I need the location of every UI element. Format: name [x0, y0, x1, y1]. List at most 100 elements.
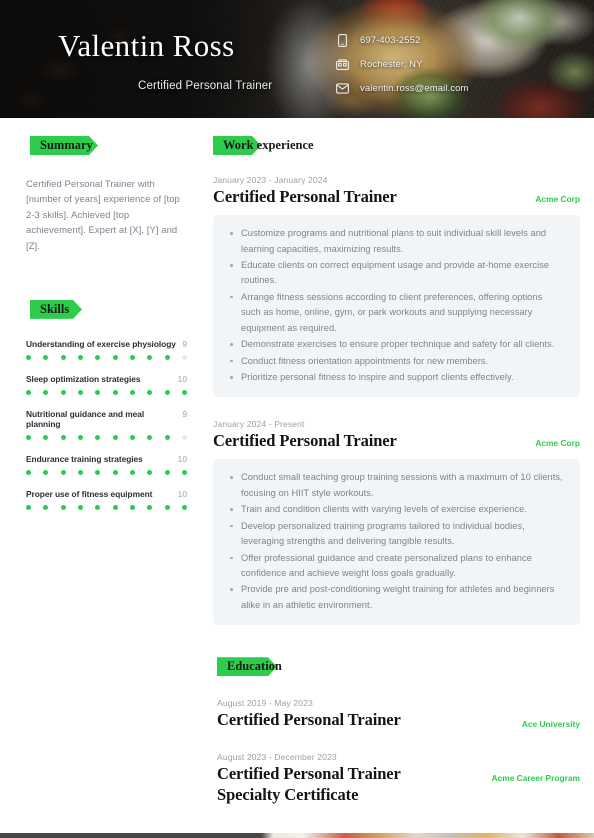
skill-dot	[129, 434, 135, 440]
skill-dot	[164, 389, 170, 395]
skill-item: Proper use of fitness equipment 10	[26, 489, 187, 510]
work-heading-label: Work experience	[223, 138, 314, 152]
work-bullet-item: Train and condition clients with varying…	[227, 502, 564, 517]
skill-rating-dots	[26, 434, 187, 440]
work-entry: January 2023 - January 2024 Certified Per…	[213, 175, 580, 398]
work-bullet-item: Customize programs and nutritional plans…	[227, 226, 564, 257]
skill-dot	[112, 354, 118, 360]
education-entries: August 2019 - May 2023 Certified Personal…	[217, 698, 580, 804]
work-entry-role: Certified Personal Trainer	[213, 187, 397, 206]
skill-dot	[26, 469, 31, 475]
education-section-heading: Education	[217, 657, 580, 676]
skills-section: Skills Understanding of exercise physiol…	[26, 300, 187, 510]
skills-list: Understanding of exercise physiology 9 Sle…	[26, 339, 187, 510]
skill-dot	[95, 504, 101, 510]
skill-dot	[60, 389, 66, 395]
skill-dot	[43, 504, 49, 510]
skills-heading-label: Skills	[40, 301, 70, 316]
work-entry: January 2024 - Present Certified Personal…	[213, 419, 580, 626]
skill-dot	[164, 469, 170, 475]
skill-score: 10	[177, 453, 187, 464]
skill-dot	[60, 504, 66, 510]
skill-dot	[95, 354, 101, 360]
skill-dot	[95, 434, 101, 440]
education-entry-header: Certified Personal Trainer Ace University	[217, 710, 580, 730]
skill-name: Proper use of fitness equipment	[26, 488, 153, 499]
sidebar-column: Summary Certified Personal Trainer with …	[0, 136, 205, 809]
location-icon	[336, 58, 349, 71]
skill-dot	[77, 354, 83, 360]
skill-dot	[147, 504, 153, 510]
skill-item: Sleep optimization strategies 10	[26, 374, 187, 395]
skill-rating-dots	[26, 504, 187, 510]
skill-score: 10	[177, 488, 187, 499]
education-entry: August 2023 - December 2023 Certified Per…	[217, 752, 580, 804]
contact-phone[interactable]: 697-403-2552	[336, 33, 469, 47]
work-section-heading: Work experience	[213, 136, 580, 155]
education-entry-date: August 2023 - December 2023	[217, 752, 337, 763]
contact-phone-value: 697-403-2552	[360, 34, 421, 46]
education-entry-degree: Certified Personal Trainer	[217, 710, 401, 730]
main-column: Work experience January 2023 - January 2…	[205, 136, 594, 809]
work-entry-company: Acme Corp	[535, 438, 580, 449]
skill-rating-dots	[26, 354, 187, 360]
education-heading-label: Education	[227, 659, 282, 674]
work-bullet-list: Customize programs and nutritional plans…	[227, 226, 564, 385]
resume-header: Valentin Ross Certified Personal Trainer…	[0, 0, 594, 118]
work-bullet-item: Offer professional guidance and create p…	[227, 551, 564, 582]
skill-dot	[77, 504, 83, 510]
skill-dot	[112, 389, 118, 395]
skill-name: Sleep optimization strategies	[26, 373, 141, 384]
education-entry-institution: Acme Career Program	[491, 773, 580, 784]
work-entry-bullets-card: Customize programs and nutritional plans…	[213, 215, 580, 398]
skill-score: 9	[182, 408, 187, 419]
work-entry-header: Certified Personal Trainer Acme Corp	[213, 431, 580, 451]
work-bullet-item: Conduct small teaching group training se…	[227, 470, 564, 501]
work-bullet-item: Develop personalized training programs t…	[227, 519, 564, 550]
skill-dot	[147, 434, 153, 440]
skill-dot	[164, 354, 170, 360]
contact-list: 697-403-2552 Rochester, NY valentin.ross…	[336, 33, 469, 95]
skill-item: Endurance training strategies 10	[26, 454, 187, 475]
skill-dot	[129, 354, 135, 360]
skill-dot	[129, 469, 135, 475]
skill-dot	[147, 389, 153, 395]
work-entry-date: January 2024 - Present	[213, 419, 305, 430]
skill-header: Sleep optimization strategies 10	[26, 374, 187, 384]
education-section: Education August 2019 - May 2023 Certifie…	[213, 657, 580, 804]
skill-dot	[43, 354, 49, 360]
work-entries: January 2023 - January 2024 Certified Per…	[213, 175, 580, 626]
skill-dot	[181, 434, 187, 440]
skill-dot	[77, 389, 83, 395]
work-bullet-item: Provide pre and post-conditioning weight…	[227, 582, 564, 613]
work-entry-date: January 2023 - January 2024	[213, 175, 328, 185]
skill-name: Understanding of exercise physiology	[26, 338, 176, 349]
contact-email[interactable]: valentin.ross@email.com	[336, 81, 469, 95]
skill-score: 9	[182, 338, 187, 349]
email-icon	[336, 82, 349, 95]
skill-dot	[181, 469, 187, 475]
skill-dot	[129, 504, 135, 510]
education-entry-date: August 2019 - May 2023	[217, 698, 313, 709]
skill-header: Proper use of fitness equipment 10	[26, 489, 187, 499]
work-bullet-item: Prioritize personal fitness to inspire a…	[227, 370, 564, 385]
work-bullet-item: Conduct fitness orientation appointments…	[227, 354, 564, 369]
skill-rating-dots	[26, 469, 187, 475]
skill-dot	[26, 504, 31, 510]
work-entry-bullets-card: Conduct small teaching group training se…	[213, 459, 580, 626]
skill-header: Understanding of exercise physiology 9	[26, 339, 187, 349]
contact-location[interactable]: Rochester, NY	[336, 57, 469, 71]
skill-dot	[43, 389, 49, 395]
work-bullet-list: Conduct small teaching group training se…	[227, 470, 564, 613]
education-entry-degree: Certified Personal Trainer Specialty Cer…	[217, 764, 401, 804]
summary-section-heading: Summary	[30, 136, 187, 155]
skill-dot	[181, 389, 187, 395]
contact-email-value: valentin.ross@email.com	[360, 82, 469, 94]
skill-dot	[112, 434, 118, 440]
skill-dot	[43, 469, 49, 475]
work-bullet-item: Arrange fitness sessions according to cl…	[227, 290, 564, 336]
skill-dot	[77, 469, 83, 475]
skills-section-heading: Skills	[30, 300, 187, 319]
work-entry-role: Certified Personal Trainer	[213, 431, 397, 451]
skill-dot	[43, 434, 49, 440]
